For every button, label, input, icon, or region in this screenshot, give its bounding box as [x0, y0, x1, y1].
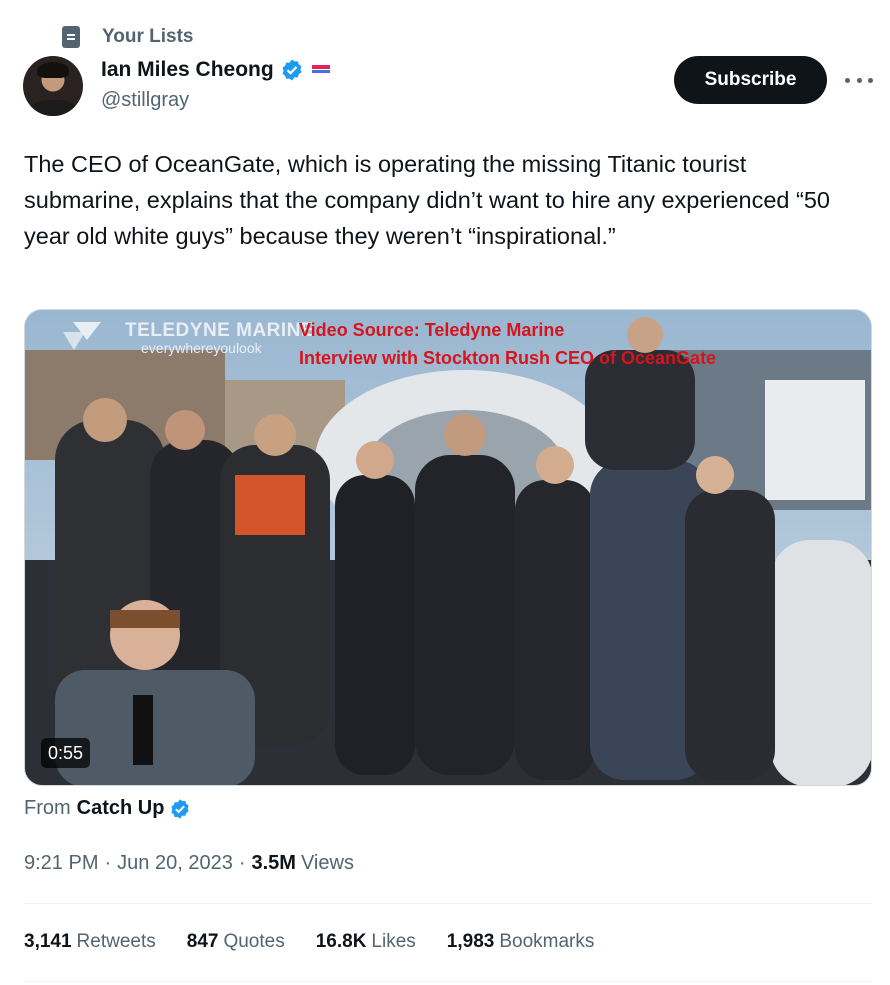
views-label: Views	[300, 852, 354, 874]
tweet-metadata: 9:21 PM · Jun 20, 2023 · 3.5M Views	[24, 852, 354, 875]
social-context[interactable]: Your Lists	[62, 26, 194, 48]
tweet-text: The CEO of OceanGate, which is operating…	[24, 151, 830, 249]
separator-dot: ·	[238, 852, 246, 874]
engagement-stats: 3,141 Retweets 847 Quotes 16.8K Likes 1,983…	[24, 931, 625, 953]
author-handle[interactable]: @stillgray	[101, 89, 189, 112]
media-source-prefix: From	[24, 797, 71, 819]
quotes-count: 847	[186, 931, 219, 952]
watermark-tagline: everywhereyoulook	[141, 340, 262, 356]
bookmarks-count: 1,983	[446, 931, 495, 952]
retweets-stat[interactable]: 3,141 Retweets	[24, 931, 156, 953]
video-duration: 0:55	[41, 738, 91, 768]
likes-stat[interactable]: 16.8K Likes	[316, 931, 416, 953]
more-icon[interactable]	[845, 72, 873, 88]
likes-count: 16.8K	[315, 931, 367, 952]
verified-badge-icon[interactable]	[280, 58, 304, 82]
list-icon	[62, 26, 80, 48]
separator-dot: ·	[104, 852, 112, 874]
avatar-hair	[37, 62, 69, 78]
divider	[24, 903, 872, 904]
subscribe-button[interactable]: Subscribe	[674, 56, 827, 104]
divider	[24, 981, 872, 982]
author-name[interactable]: Ian Miles Cheong	[101, 58, 274, 82]
video-source-overlay: Video Source: Teledyne Marine	[299, 320, 565, 340]
affiliate-badge-icon[interactable]	[311, 65, 330, 75]
retweets-count: 3,141	[24, 931, 72, 952]
avatar-shirt	[29, 100, 77, 116]
quotes-stat[interactable]: 847 Quotes	[187, 931, 285, 953]
social-context-label: Your Lists	[102, 26, 194, 47]
tweet-time[interactable]: 9:21 PM	[24, 852, 98, 875]
video-frame-image	[25, 310, 871, 785]
verified-badge-icon	[171, 798, 190, 819]
quotes-label: Quotes	[223, 931, 285, 952]
bookmarks-label: Bookmarks	[499, 931, 595, 952]
likes-label: Likes	[371, 931, 416, 952]
video-player[interactable]: TELEDYNE MARINE everywhereyoulook Video …	[24, 309, 872, 786]
retweets-label: Retweets	[76, 931, 156, 952]
media-source: From Catch Up	[24, 797, 191, 820]
tweet-date[interactable]: Jun 20, 2023	[117, 852, 233, 875]
media-source-name[interactable]: Catch Up	[77, 797, 165, 820]
author-name-row: Ian Miles Cheong	[101, 58, 330, 82]
bookmarks-stat[interactable]: 1,983 Bookmarks	[447, 931, 595, 953]
avatar[interactable]	[23, 56, 83, 116]
watermark-brand: TELEDYNE MARINE	[125, 320, 315, 341]
video-interview-overlay: Interview with Stockton Rush CEO of Ocea…	[299, 348, 717, 368]
views-count: 3.5M	[251, 852, 296, 874]
